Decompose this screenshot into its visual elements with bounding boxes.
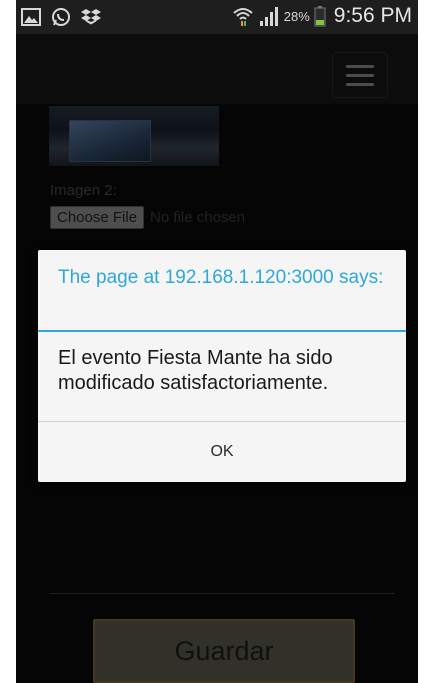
notification-icons xyxy=(20,6,102,28)
battery-icon xyxy=(314,6,326,27)
wifi-icon xyxy=(233,8,253,26)
gallery-icon xyxy=(21,8,41,26)
dialog-message: El evento Fiesta Mante ha sido modificad… xyxy=(58,347,333,394)
dropbox-icon xyxy=(81,9,101,25)
whatsapp-icon xyxy=(52,8,70,26)
battery-percent: 28% xyxy=(283,8,310,24)
dialog-title: The page at 192.168.1.120:3000 says: xyxy=(58,267,384,288)
alert-dialog: The page at 192.168.1.120:3000 says: El … xyxy=(38,250,406,482)
status-bar: 28% 9:56 PM xyxy=(16,0,418,34)
signal-icon xyxy=(259,7,278,26)
clock: 9:56 PM xyxy=(333,4,412,27)
dialog-title-divider xyxy=(38,330,406,332)
phone-screen: 28% 9:56 PM Imagen 2: Choose File No fil… xyxy=(16,0,418,683)
system-indicators: 28% 9:56 PM xyxy=(232,4,412,28)
ok-button[interactable]: OK xyxy=(38,422,406,482)
